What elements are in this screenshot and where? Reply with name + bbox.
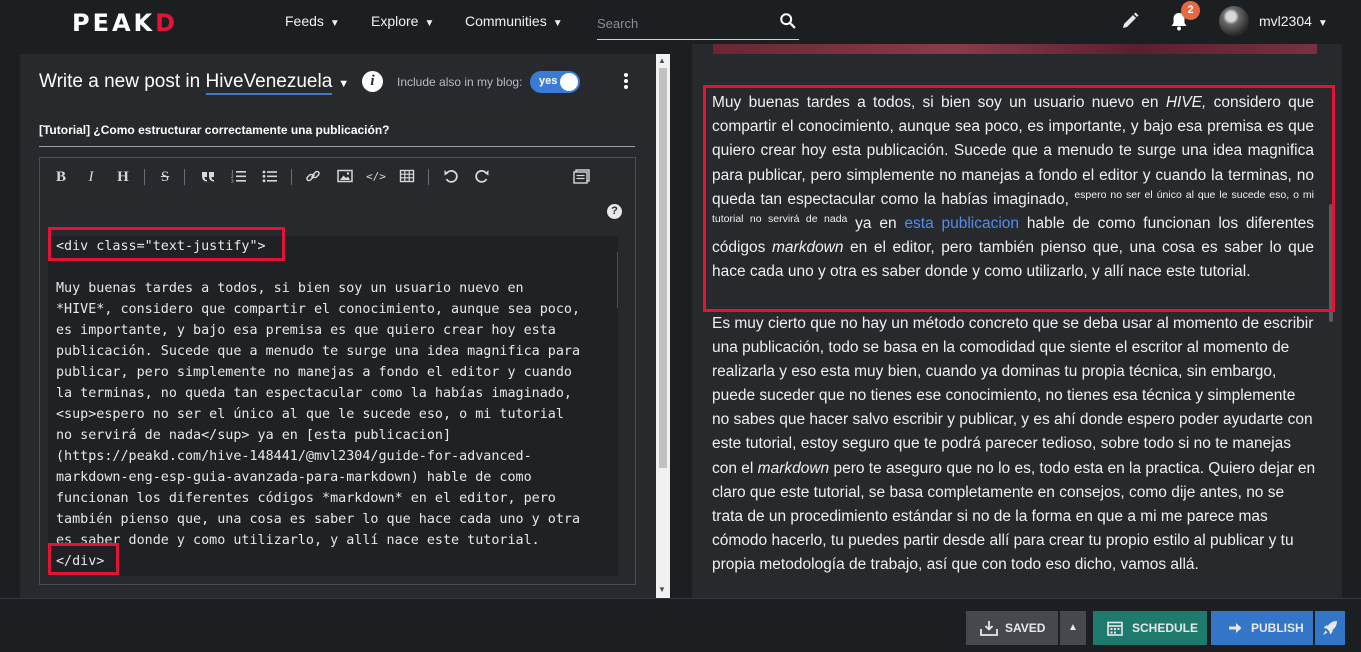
- link-icon[interactable]: [302, 166, 324, 188]
- highlight-box-div-open: [48, 227, 285, 261]
- rocket-icon: [1323, 621, 1337, 635]
- quote-icon[interactable]: [197, 166, 219, 188]
- editor-scrollbar[interactable]: ▲ ▼: [656, 54, 670, 598]
- publish-options-button[interactable]: [1315, 611, 1345, 645]
- include-blog-label: Include also in my blog:: [397, 75, 523, 89]
- chevron-down-icon: ▼: [552, 18, 563, 29]
- nav-feeds[interactable]: Feeds ▼: [285, 13, 340, 29]
- svg-text:3: 3: [231, 180, 234, 185]
- chevron-down-icon: ▼: [329, 18, 340, 29]
- search-box: [597, 10, 799, 40]
- app-root: PEAKD Feeds▼ Explore▼ Communities▼ 2 mvl…: [0, 0, 1361, 652]
- search-input[interactable]: [597, 12, 767, 34]
- arrow-right-icon: [1229, 623, 1242, 633]
- ordered-list-icon[interactable]: 123: [228, 166, 250, 188]
- undo-icon[interactable]: [440, 166, 462, 188]
- chevron-down-icon: ▼: [1317, 18, 1328, 29]
- search-icon[interactable]: [779, 12, 797, 30]
- markdown-source: <div class="text-justify">​Muy buenas ta…: [56, 239, 581, 569]
- user-menu[interactable]: mvl2304 ▼: [1259, 13, 1328, 29]
- calendar-icon: [1107, 621, 1123, 636]
- download-icon: [980, 621, 998, 636]
- saved-options-button[interactable]: ▲: [1060, 611, 1086, 645]
- editor-panel: Write a new post in HiveVenezuela ▼ i Inc…: [20, 54, 656, 598]
- saved-button[interactable]: SAVED: [966, 611, 1058, 645]
- code-icon[interactable]: </>: [365, 166, 387, 188]
- nav-communities[interactable]: Communities ▼: [465, 13, 563, 29]
- more-options-icon[interactable]: [623, 73, 629, 91]
- info-icon[interactable]: i: [362, 71, 383, 92]
- preview-cover-image: [713, 44, 1317, 54]
- heading-icon[interactable]: H: [112, 166, 134, 188]
- textarea-scrollbar[interactable]: [617, 251, 618, 309]
- strikethrough-icon[interactable]: S: [154, 166, 176, 188]
- help-icon[interactable]: ?: [607, 204, 622, 219]
- peakd-logo[interactable]: PEAKD: [72, 9, 178, 37]
- table-icon[interactable]: [396, 166, 418, 188]
- chevron-down-icon: ▼: [424, 18, 435, 29]
- editor-heading: Write a new post in HiveVenezuela ▼: [39, 71, 349, 95]
- post-title-field[interactable]: [Tutorial] ¿Como estructurar correctamen…: [39, 120, 635, 147]
- markdown-editor: B I H S 123 </> ? <div class="text-justi…: [39, 157, 636, 585]
- highlight-box-div-close: [48, 543, 119, 575]
- action-bar: SAVED ▲ SCHEDULE PUBLISH: [0, 598, 1361, 652]
- bold-icon[interactable]: B: [50, 166, 72, 188]
- chevron-up-icon: ▲: [1068, 622, 1078, 633]
- editor-toolbar: B I H S 123 </>: [40, 158, 635, 194]
- markdown-textarea[interactable]: <div class="text-justify">​Muy buenas ta…: [48, 236, 618, 576]
- publish-button[interactable]: PUBLISH: [1211, 611, 1313, 645]
- community-selector[interactable]: HiveVenezuela: [205, 71, 333, 95]
- preview-paragraph-2: Es muy cierto que no hay un método concr…: [712, 315, 1316, 573]
- notification-badge: 2: [1181, 1, 1200, 20]
- include-blog-toggle[interactable]: yes: [530, 71, 580, 93]
- chevron-down-icon[interactable]: ▼: [338, 78, 349, 90]
- schedule-button[interactable]: SCHEDULE: [1093, 611, 1207, 645]
- pencil-icon[interactable]: [1120, 11, 1140, 31]
- unordered-list-icon[interactable]: [259, 166, 281, 188]
- top-navigation: PEAKD Feeds▼ Explore▼ Communities▼ 2 mvl…: [0, 0, 1361, 44]
- highlight-box-preview: [703, 85, 1335, 312]
- italic-icon[interactable]: I: [80, 166, 102, 188]
- snippets-icon[interactable]: [571, 166, 593, 188]
- avatar[interactable]: [1219, 6, 1249, 36]
- redo-icon[interactable]: [471, 166, 493, 188]
- image-icon[interactable]: [334, 166, 356, 188]
- nav-explore[interactable]: Explore ▼: [371, 13, 434, 29]
